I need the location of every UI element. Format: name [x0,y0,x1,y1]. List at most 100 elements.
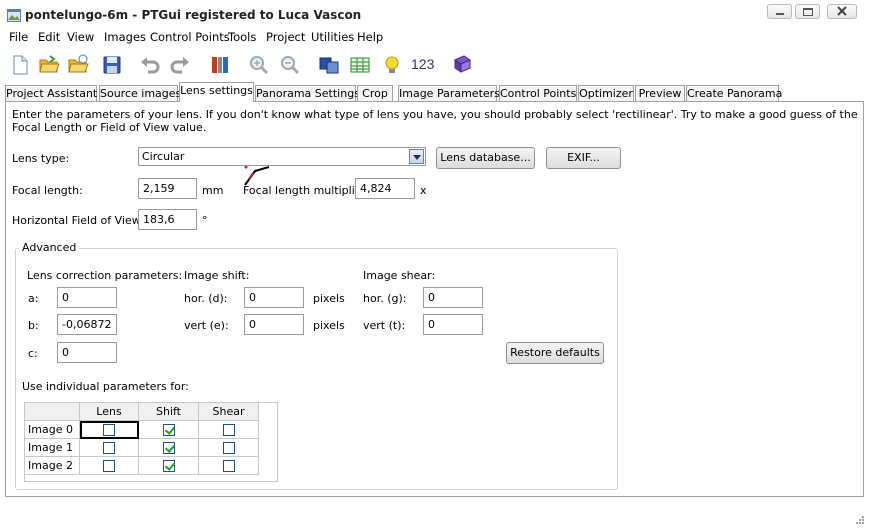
vert-e-field[interactable]: 0 [244,314,304,335]
lens-checkbox[interactable] [103,442,115,454]
lens-checkbox[interactable] [103,460,115,472]
tab-optimizer[interactable]: Optimizer [578,85,634,102]
maximize-button[interactable] [795,4,820,19]
column-shift: Shift [138,402,199,421]
resize-grip-icon[interactable] [854,514,865,525]
menu-tools[interactable]: Tools [228,30,256,44]
menu-images[interactable]: Images [104,30,146,44]
lens-type-label: Lens type: [12,152,70,165]
param-c-label: c: [28,347,38,360]
vert-e-unit: pixels [313,319,345,332]
tab-create-panorama[interactable]: Create Panorama [686,85,782,102]
panorama-editor-icon[interactable] [318,54,340,76]
zoom-out-icon[interactable] [279,54,301,76]
new-file-icon[interactable] [9,54,31,76]
vert-e-label: vert (e): [184,319,229,332]
individual-params-table: Lens Shift Shear Image 0 Image 1 Image 2 [24,402,259,475]
window-title: pontelungo-6m - PTGui registered to Luca… [25,8,362,22]
shift-cell[interactable] [138,438,199,457]
menu-view[interactable]: View [67,30,94,44]
numbering-button[interactable]: 123 [411,56,434,72]
vert-t-field[interactable]: 0 [423,314,483,335]
undo-icon[interactable] [139,54,161,76]
image-shear-label: Image shear: [363,269,436,282]
tab-image-parameters[interactable]: Image Parameters [398,85,500,102]
toolbar: 123 [0,50,869,80]
image-shift-label: Image shift: [184,269,250,282]
menu-project[interactable]: Project [266,30,305,44]
tab-lens-settings[interactable]: Lens settings [179,82,254,102]
zoom-in-icon[interactable] [248,54,270,76]
tab-strip: Project Assistant Source images Lens set… [0,82,869,102]
tab-panorama-settings[interactable]: Panorama Settings [255,85,360,102]
param-c-field[interactable]: 0 [57,342,117,363]
shear-cell[interactable] [198,420,259,439]
tab-control-points[interactable]: Control Points [499,85,577,102]
hor-d-field[interactable]: 0 [244,287,304,308]
shear-cell[interactable] [198,438,259,457]
tools-icon[interactable] [209,54,231,76]
open-folder-icon[interactable] [38,54,60,76]
table-row: Image 2 [24,456,259,475]
hor-d-label: hor. (d): [184,292,228,305]
shear-checkbox[interactable] [222,442,235,454]
shift-checkbox[interactable] [162,442,175,454]
lightbulb-icon[interactable] [381,54,403,76]
shift-checkbox[interactable] [162,424,175,436]
lens-cell[interactable] [79,456,139,475]
row-label: Image 0 [24,420,80,439]
dropdown-arrow-icon[interactable] [409,149,424,164]
minimize-button[interactable] [767,4,792,19]
open-recent-icon[interactable] [67,54,89,76]
help-book-icon[interactable] [451,54,473,76]
focal-length-field[interactable]: 2,159 [138,178,197,199]
maximize-icon [803,8,813,16]
menu-help[interactable]: Help [357,30,383,44]
shift-cell[interactable] [138,456,199,475]
shift-checkbox[interactable] [162,460,175,472]
lens-cell[interactable] [79,420,139,439]
hfov-label: Horizontal Field of View: [12,214,144,227]
redo-icon[interactable] [169,54,191,76]
focal-multiplier-unit: x [420,184,427,197]
minimize-icon [776,13,784,15]
intro-text: Enter the parameters of your lens. If yo… [12,108,858,134]
menu-edit[interactable]: Edit [38,30,60,44]
tab-crop[interactable]: Crop [357,85,393,102]
hfov-field[interactable]: 183,6 [138,209,197,230]
tab-project-assistant[interactable]: Project Assistant [5,85,97,102]
save-icon[interactable] [101,54,123,76]
hor-g-label: hor. (g): [363,292,407,305]
exif-button[interactable]: EXIF... [546,147,621,169]
table-icon[interactable] [349,54,371,76]
shear-checkbox[interactable] [222,424,235,436]
hor-g-field[interactable]: 0 [423,287,483,308]
tab-source-images[interactable]: Source images [99,85,181,102]
shear-checkbox[interactable] [222,460,235,472]
focal-multiplier-label: Focal length multiplier: [243,184,370,197]
menu-file[interactable]: File [9,30,28,44]
lens-cell[interactable] [79,438,139,457]
row-label: Image 2 [24,456,80,475]
individual-params-label: Use individual parameters for: [22,380,189,393]
restore-defaults-button[interactable]: Restore defaults [506,342,604,364]
tab-preview[interactable]: Preview [635,85,685,102]
menu-utilities[interactable]: Utilities [311,30,354,44]
shear-cell[interactable] [198,456,259,475]
lens-database-button[interactable]: Lens database... [436,147,535,169]
menu-control-points[interactable]: Control Points [150,30,230,44]
status-bar [0,500,869,528]
column-lens: Lens [79,402,139,421]
lens-checkbox[interactable] [103,424,115,436]
focal-multiplier-field[interactable]: 4,824 [355,178,415,199]
table-row: Image 1 [24,438,259,457]
shift-cell[interactable] [138,420,199,439]
lens-type-value: Circular [142,150,185,163]
param-a-label: a: [28,292,39,305]
param-a-field[interactable]: 0 [57,287,117,308]
hor-d-unit: pixels [313,292,345,305]
close-button[interactable] [827,4,857,19]
param-b-field[interactable]: -0,06872 [57,314,117,335]
lens-type-select[interactable]: Circular [138,147,426,166]
table-row: Image 0 [24,420,259,439]
